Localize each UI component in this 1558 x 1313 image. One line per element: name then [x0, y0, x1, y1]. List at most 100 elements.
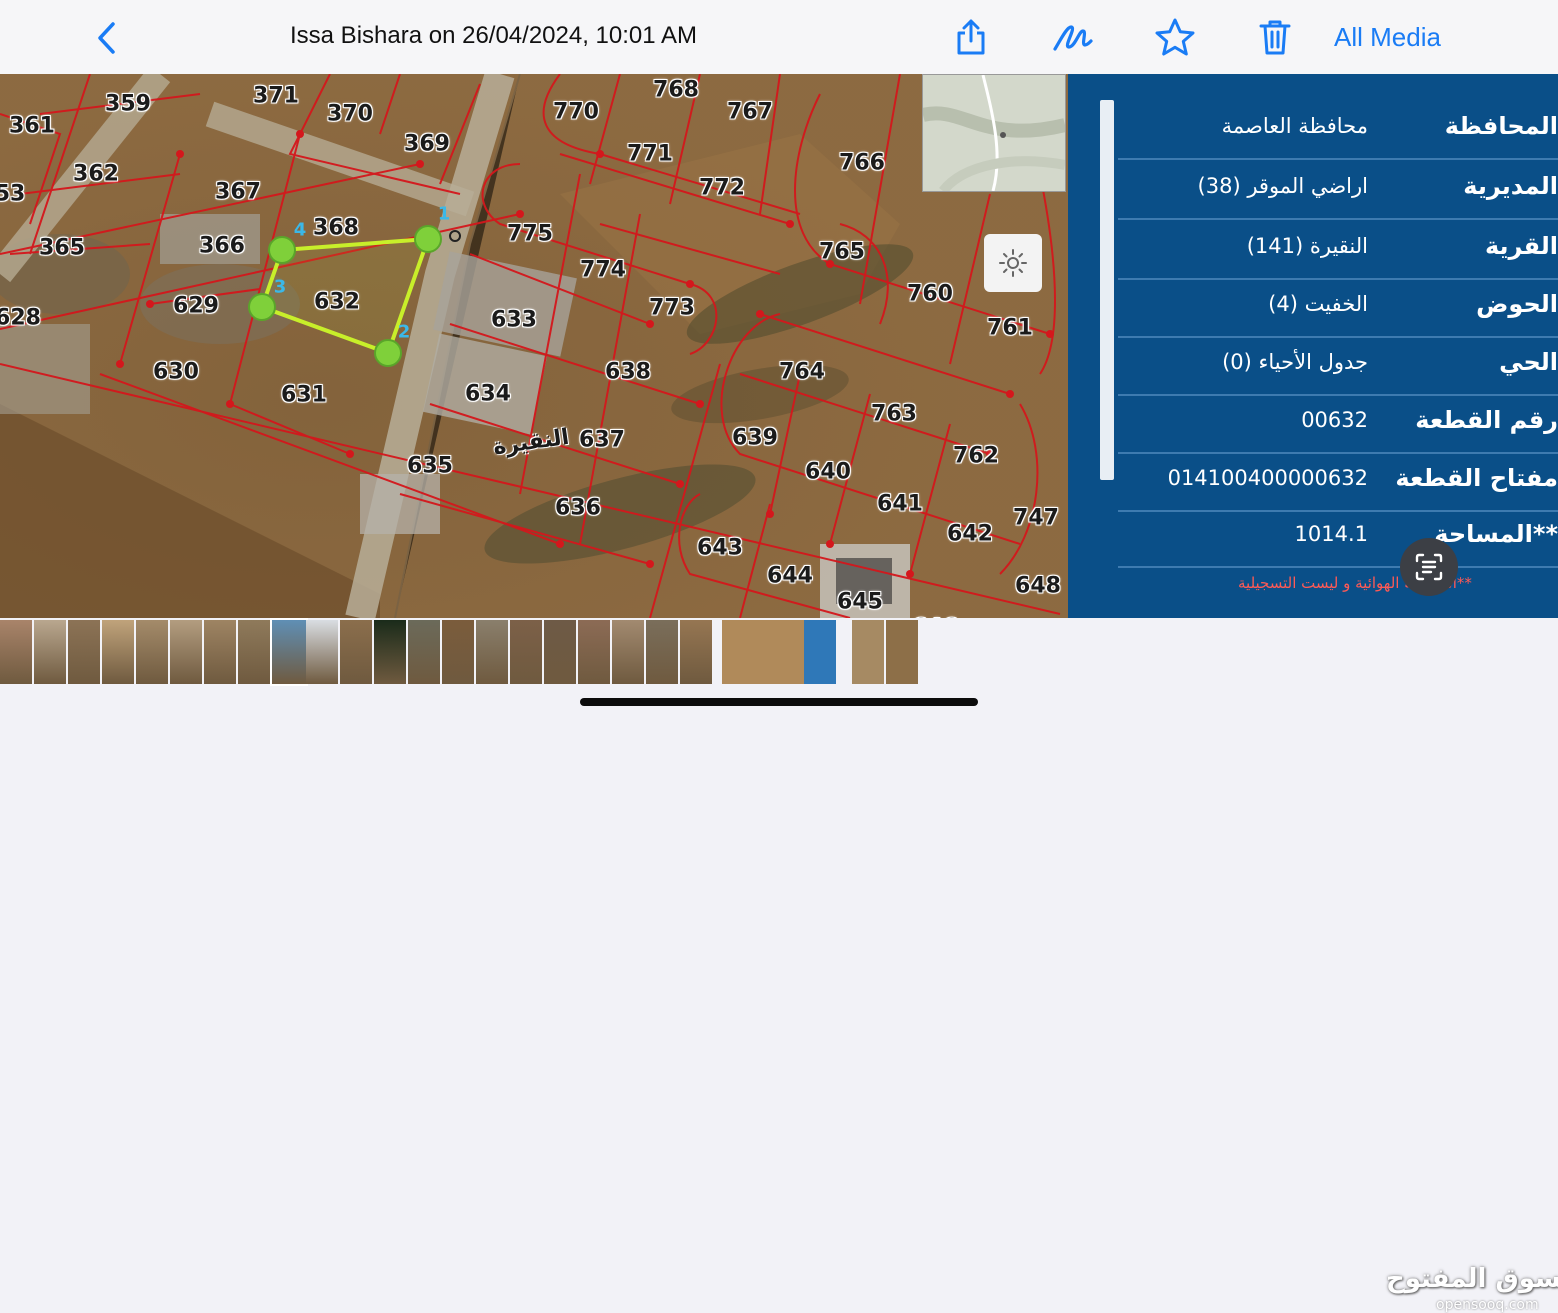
home-indicator[interactable]: [580, 698, 978, 706]
info-row-parcel-key: مفتاح القطعة 014100400000632: [1118, 452, 1558, 512]
brightness-button[interactable]: [984, 234, 1042, 292]
info-row-parcel-number: رقم القطعة 00632: [1118, 394, 1558, 454]
parcel-label: 637: [579, 427, 625, 453]
photo-viewer[interactable]: 359 361 371 370 369 362 53 367 368 366 365 628 629 63…: [0, 74, 1558, 618]
info-row-village: القرية النقيرة (141): [1118, 220, 1558, 280]
parcel-label: 644: [767, 563, 813, 589]
vertex-label: 1: [437, 203, 451, 225]
thumbnail[interactable]: [886, 620, 918, 684]
thumbnail[interactable]: [680, 620, 712, 684]
thumbnail[interactable]: [374, 620, 406, 684]
row-value: جدول الأحياء (0): [1222, 350, 1368, 374]
parcel-label: 771: [627, 141, 673, 167]
row-value: الخفيت (4): [1268, 292, 1368, 316]
parcel-label: 635: [407, 453, 453, 479]
panel-scrollbar[interactable]: [1100, 100, 1114, 480]
thumbnail[interactable]: [408, 620, 440, 684]
vertex-label: 4: [293, 219, 307, 241]
thumbnail[interactable]: [510, 620, 542, 684]
thumbnail[interactable]: [0, 620, 32, 684]
thumbnail[interactable]: [852, 620, 884, 684]
satellite-map: [0, 74, 1068, 618]
top-toolbar: Issa Bishara on 26/04/2024, 10:01 AM All…: [0, 0, 1558, 74]
thumbnail[interactable]: [578, 620, 610, 684]
row-label: الحي: [1499, 348, 1558, 376]
markup-button[interactable]: [1050, 14, 1096, 60]
thumbnail[interactable]: [34, 620, 66, 684]
parcel-label: 773: [649, 295, 695, 321]
parcel-label: 767: [727, 99, 773, 125]
parcel-label: 747: [1013, 505, 1059, 531]
thumbnail[interactable]: [170, 620, 202, 684]
thumbnail[interactable]: [136, 620, 168, 684]
favorite-button[interactable]: [1152, 14, 1198, 60]
row-label: رقم القطعة: [1415, 406, 1558, 434]
parcel-label: 775: [507, 221, 553, 247]
star-icon: [1155, 18, 1195, 56]
row-value: 014100400000632: [1167, 466, 1368, 490]
parcel-label: 768: [653, 77, 699, 103]
location-inset-map[interactable]: [922, 74, 1066, 192]
vertex-label: 3: [273, 276, 287, 298]
row-label: **المساحة: [1434, 520, 1558, 548]
parcel-label: 643: [697, 535, 743, 561]
share-icon: [957, 19, 985, 55]
parcel-label: 368: [313, 215, 359, 241]
live-text-icon: [1415, 553, 1443, 581]
photo-title: Issa Bishara on 26/04/2024, 10:01 AM: [290, 22, 697, 49]
parcel-label: 640: [805, 459, 851, 485]
parcel-label: 765: [819, 239, 865, 265]
parcel-label: 359: [105, 91, 151, 117]
parcel-label: 632: [314, 289, 360, 315]
parcel-label: 763: [871, 401, 917, 427]
parcel-label: 362: [73, 161, 119, 187]
inset-map-graphic: [923, 75, 1065, 191]
parcel-label: 761: [987, 315, 1033, 341]
parcel-label: 638: [605, 359, 651, 385]
thumbnail[interactable]: [476, 620, 508, 684]
parcel-label: 760: [907, 281, 953, 307]
row-value: محافظة العاصمة: [1221, 114, 1368, 138]
thumbnail[interactable]: [612, 620, 644, 684]
delete-button[interactable]: [1252, 14, 1298, 60]
info-row-basin: الحوض الخفيت (4): [1118, 278, 1558, 338]
chevron-left-icon: [98, 22, 115, 54]
thumbnail[interactable]: [646, 620, 678, 684]
sun-icon: [999, 249, 1027, 277]
parcel-label: 631: [281, 382, 327, 408]
back-button[interactable]: [88, 18, 124, 58]
thumbnail[interactable]: [340, 620, 372, 684]
thumbnail[interactable]: [102, 620, 134, 684]
row-label: المحافظة: [1444, 112, 1558, 140]
parcel-label: 371: [253, 83, 299, 109]
thumbnail[interactable]: [442, 620, 474, 684]
parcel-label: 766: [839, 150, 885, 176]
parcel-label: 645: [837, 589, 883, 615]
thumbnail[interactable]: [722, 620, 804, 684]
parcel-label: 634: [465, 381, 511, 407]
thumbnail[interactable]: [270, 618, 308, 686]
thumbnail[interactable]: [544, 620, 576, 684]
watermark-url: opensooq.com: [1436, 1297, 1539, 1313]
parcel-label: 774: [580, 257, 626, 283]
parcel-label: 639: [732, 425, 778, 451]
markup-pen-icon: [1053, 25, 1093, 51]
thumbnail[interactable]: [804, 620, 836, 684]
thumbnail[interactable]: [306, 620, 338, 684]
thumbnail[interactable]: [68, 620, 100, 684]
parcel-label: 370: [327, 101, 373, 127]
all-media-button[interactable]: All Media: [1334, 22, 1441, 53]
thumbnail[interactable]: [238, 620, 270, 684]
parcel-label: 369: [404, 131, 450, 157]
parcel-label: 367: [215, 179, 261, 205]
live-text-button[interactable]: [1400, 538, 1458, 596]
row-label: مفتاح القطعة: [1395, 464, 1558, 492]
share-button[interactable]: [948, 14, 994, 60]
parcel-label: 648: [1015, 573, 1061, 599]
parcel-label: 764: [779, 359, 825, 385]
info-row-governorate: المحافظة محافظة العاصمة: [1118, 100, 1558, 160]
thumbnail[interactable]: [204, 620, 236, 684]
row-value: 00632: [1301, 408, 1368, 432]
parcel-label: 642: [947, 521, 993, 547]
row-value: النقيرة (141): [1246, 234, 1368, 258]
